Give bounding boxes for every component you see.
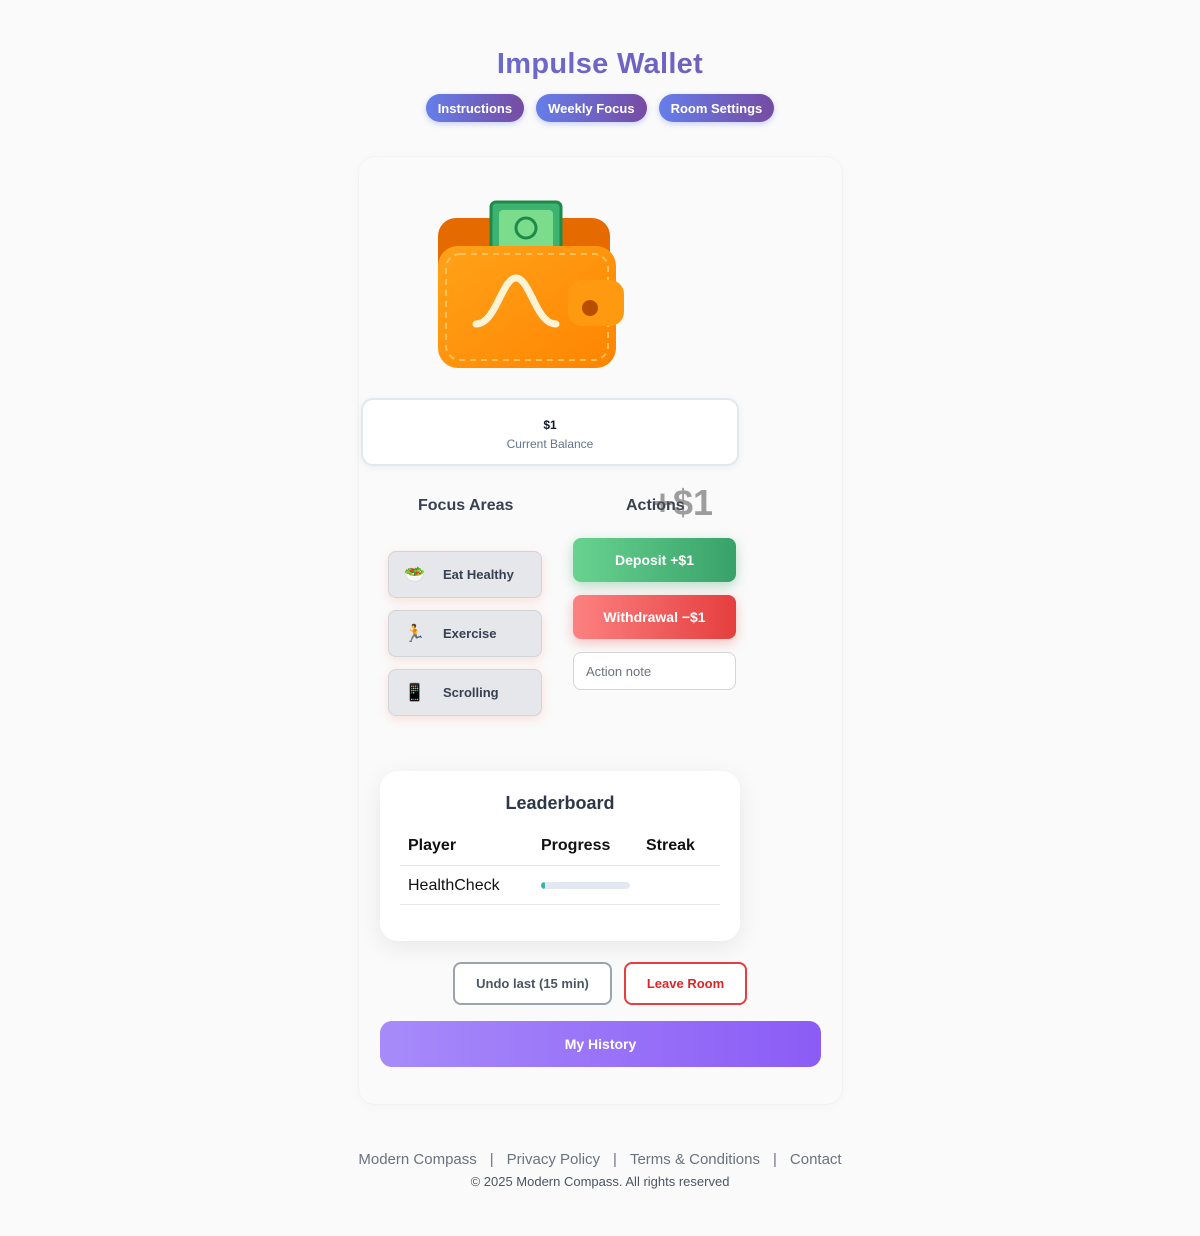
balance-label: Current Balance: [506, 437, 594, 451]
top-nav: Instructions Weekly Focus Room Settings: [0, 94, 1200, 122]
undo-button[interactable]: Undo last (15 min): [453, 962, 612, 1005]
footer-link-contact[interactable]: Contact: [790, 1151, 842, 1168]
focus-label: Eat Healthy: [443, 567, 514, 582]
running-icon: 🏃: [404, 623, 426, 643]
focus-areas-heading: Focus Areas: [418, 497, 514, 514]
progress-bar-fill: [541, 882, 546, 889]
app-title: Impulse Wallet: [0, 48, 1200, 81]
instructions-button[interactable]: Instructions: [425, 94, 525, 122]
deposit-button[interactable]: Deposit +$1: [573, 538, 736, 582]
phone-icon: 📱: [404, 682, 426, 702]
column-header-player: Player: [408, 837, 457, 854]
footer-links: Modern Compass | Privacy Policy | Terms …: [0, 1151, 1200, 1168]
progress-bar: [541, 882, 630, 889]
my-history-button[interactable]: My History: [380, 1021, 821, 1067]
withdraw-button[interactable]: Withdrawal −$1: [573, 595, 736, 639]
footer-separator: |: [613, 1151, 617, 1168]
footer-separator: |: [773, 1151, 777, 1168]
balance-card: $1 Current Balance: [361, 398, 739, 466]
footer-separator: |: [489, 1151, 494, 1168]
footer-link-privacy[interactable]: Privacy Policy: [507, 1151, 600, 1168]
leave-room-button[interactable]: Leave Room: [624, 962, 747, 1005]
leaderboard-title: Leaderboard: [505, 793, 615, 813]
table-divider: [400, 865, 720, 866]
focus-exercise-button[interactable]: 🏃 Exercise: [388, 610, 542, 657]
wallet-icon: [438, 200, 624, 368]
focus-scrolling-button[interactable]: 📱 Scrolling: [388, 669, 542, 716]
weekly-focus-button[interactable]: Weekly Focus: [536, 94, 647, 122]
focus-label: Scrolling: [443, 685, 499, 700]
action-note-input[interactable]: [573, 652, 736, 690]
salad-icon: 🥗: [404, 564, 426, 584]
balance-amount: $1: [543, 418, 557, 432]
player-name: HealthCheck: [408, 877, 500, 894]
focus-eat-healthy-button[interactable]: 🥗 Eat Healthy: [388, 551, 542, 598]
focus-label: Exercise: [443, 626, 497, 641]
floating-amount-indicator: +$1: [652, 482, 714, 523]
footer-link-modern-compass[interactable]: Modern Compass: [358, 1151, 476, 1168]
column-header-streak: Streak: [646, 837, 695, 854]
footer-link-terms[interactable]: Terms & Conditions: [630, 1151, 760, 1168]
leaderboard-card: Leaderboard Player Progress Streak Healt…: [380, 771, 740, 941]
room-settings-button[interactable]: Room Settings: [658, 94, 775, 122]
column-header-progress: Progress: [541, 837, 611, 854]
copyright-text: © 2025 Modern Compass. All rights reserv…: [470, 1174, 730, 1189]
table-divider: [400, 904, 720, 905]
